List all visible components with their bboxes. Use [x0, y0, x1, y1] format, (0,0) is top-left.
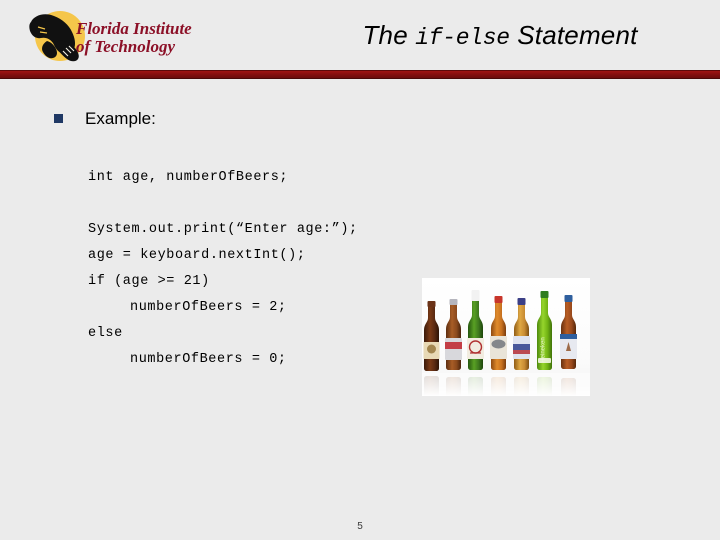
code-line: int age, numberOfBeers; — [88, 170, 289, 185]
code-block: int age, numberOfBeers; System.out.print… — [88, 165, 358, 373]
square-bullet-icon — [54, 114, 63, 123]
bullet-label: Example: — [85, 109, 156, 128]
title-keyword: if-else — [415, 25, 510, 51]
code-line: System.out.print(“Enter age:”); — [88, 222, 358, 237]
divider-bar — [0, 71, 720, 78]
code-line: if (age >= 21) — [88, 274, 210, 289]
code-line: numberOfBeers = 0; — [130, 352, 287, 367]
title-prefix: The — [362, 20, 416, 50]
slide: Florida Institute of Technology The if-e… — [0, 0, 720, 540]
svg-text:Florida Institute: Florida Institute — [75, 19, 192, 38]
page-number: 5 — [357, 521, 363, 532]
title-suffix: Statement — [509, 20, 638, 50]
code-line: age = keyboard.nextInt(); — [88, 248, 306, 263]
code-line: else — [88, 326, 123, 341]
code-line: numberOfBeers = 2; — [130, 300, 287, 315]
slide-header: Florida Institute of Technology The if-e… — [0, 0, 720, 79]
beer-bottles-photo: Heineken — [422, 278, 590, 396]
bullet-example: Example: — [54, 110, 156, 127]
divider-bottom-line — [0, 78, 720, 79]
slide-title: The if-else Statement — [300, 20, 700, 51]
florida-institute-of-technology-logo: Florida Institute of Technology — [14, 8, 199, 66]
svg-text:of Technology: of Technology — [76, 37, 175, 56]
header-divider — [0, 70, 720, 80]
